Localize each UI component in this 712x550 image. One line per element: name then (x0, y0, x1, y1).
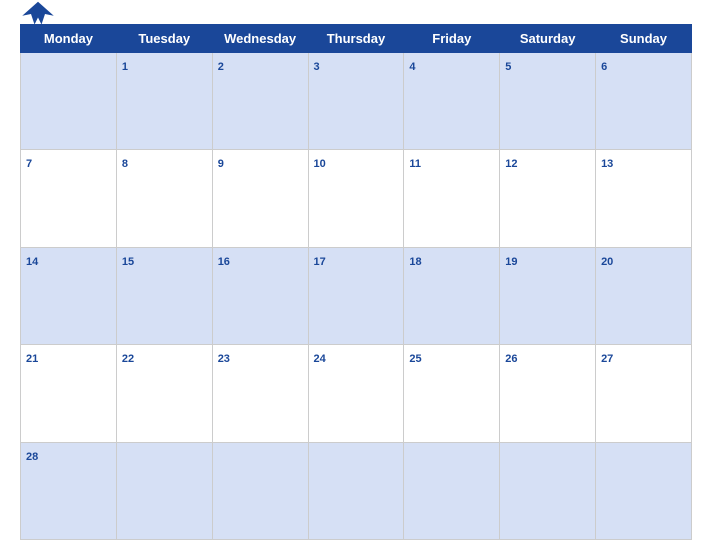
date-number: 3 (314, 61, 320, 73)
calendar-cell: 8 (116, 150, 212, 247)
weekday-header-thursday: Thursday (308, 25, 404, 53)
calendar-week-row: 28 (21, 442, 692, 539)
date-number: 5 (505, 61, 511, 73)
date-number: 16 (218, 256, 230, 268)
calendar-cell: 6 (596, 53, 692, 150)
date-number: 8 (122, 158, 128, 170)
calendar-header (20, 10, 692, 18)
date-number: 9 (218, 158, 224, 170)
calendar-cell: 2 (212, 53, 308, 150)
calendar-cell: 28 (21, 442, 117, 539)
calendar-cell: 21 (21, 345, 117, 442)
calendar-cell: 7 (21, 150, 117, 247)
calendar-cell: 25 (404, 345, 500, 442)
date-number: 14 (26, 256, 38, 268)
weekday-header-row: MondayTuesdayWednesdayThursdayFridaySatu… (21, 25, 692, 53)
date-number: 24 (314, 353, 326, 365)
calendar-cell: 3 (308, 53, 404, 150)
date-number: 22 (122, 353, 134, 365)
date-number: 19 (505, 256, 517, 268)
calendar-cell (500, 442, 596, 539)
calendar-cell: 11 (404, 150, 500, 247)
calendar-week-row: 21 22 23 24 25 26 27 (21, 345, 692, 442)
calendar-cell: 19 (500, 247, 596, 344)
calendar-cell: 4 (404, 53, 500, 150)
calendar-cell: 26 (500, 345, 596, 442)
date-number: 7 (26, 158, 32, 170)
date-number: 1 (122, 61, 128, 73)
calendar-cell (308, 442, 404, 539)
weekday-header-friday: Friday (404, 25, 500, 53)
date-number: 15 (122, 256, 134, 268)
weekday-header-tuesday: Tuesday (116, 25, 212, 53)
calendar-week-row: 1 2 3 4 5 6 (21, 53, 692, 150)
calendar-cell: 20 (596, 247, 692, 344)
calendar-cell: 12 (500, 150, 596, 247)
date-number: 28 (26, 451, 38, 463)
date-number: 18 (409, 256, 421, 268)
calendar-cell (116, 442, 212, 539)
weekday-header-wednesday: Wednesday (212, 25, 308, 53)
date-number: 25 (409, 353, 421, 365)
calendar-cell: 1 (116, 53, 212, 150)
generalblue-logo (20, 0, 56, 28)
calendar-cell: 23 (212, 345, 308, 442)
date-number: 20 (601, 256, 613, 268)
calendar-cell: 16 (212, 247, 308, 344)
calendar-cell: 17 (308, 247, 404, 344)
calendar-cell: 10 (308, 150, 404, 247)
calendar-cell: 5 (500, 53, 596, 150)
calendar-cell (212, 442, 308, 539)
weekday-header-monday: Monday (21, 25, 117, 53)
calendar-cell: 14 (21, 247, 117, 344)
calendar-cell: 18 (404, 247, 500, 344)
date-number: 27 (601, 353, 613, 365)
calendar-table: MondayTuesdayWednesdayThursdayFridaySatu… (20, 24, 692, 540)
calendar-cell: 15 (116, 247, 212, 344)
date-number: 13 (601, 158, 613, 170)
calendar-cell: 24 (308, 345, 404, 442)
weekday-header-saturday: Saturday (500, 25, 596, 53)
calendar-week-row: 7 8 9 10 11 12 13 (21, 150, 692, 247)
calendar-cell (21, 53, 117, 150)
date-number: 10 (314, 158, 326, 170)
date-number: 21 (26, 353, 38, 365)
date-number: 11 (409, 158, 421, 170)
date-number: 12 (505, 158, 517, 170)
calendar-cell (404, 442, 500, 539)
calendar-cell: 27 (596, 345, 692, 442)
date-number: 26 (505, 353, 517, 365)
calendar-cell: 13 (596, 150, 692, 247)
date-number: 2 (218, 61, 224, 73)
date-number: 23 (218, 353, 230, 365)
weekday-header-sunday: Sunday (596, 25, 692, 53)
calendar-cell (596, 442, 692, 539)
date-number: 6 (601, 61, 607, 73)
calendar-cell: 9 (212, 150, 308, 247)
calendar-week-row: 14 15 16 17 18 19 20 (21, 247, 692, 344)
calendar-cell: 22 (116, 345, 212, 442)
date-number: 17 (314, 256, 326, 268)
date-number: 4 (409, 61, 415, 73)
